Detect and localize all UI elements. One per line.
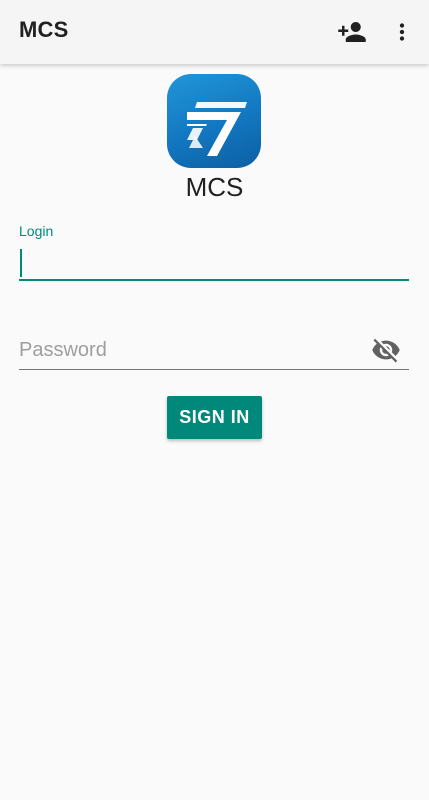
app-toolbar: MCS (0, 0, 429, 64)
app-name: MCS (185, 172, 244, 202)
login-label: Login (19, 223, 54, 239)
password-visibility-toggle[interactable] (369, 334, 403, 366)
password-underline (19, 369, 409, 370)
login-screen: MCS MCS Login SIGN IN (0, 0, 429, 800)
app-logo (167, 74, 261, 168)
password-input[interactable] (19, 336, 359, 364)
sign-in-button[interactable]: SIGN IN (167, 396, 262, 439)
mcs-logo-icon (187, 102, 247, 156)
password-field (19, 330, 409, 372)
add-user-button[interactable] (328, 8, 376, 56)
text-cursor (20, 249, 22, 277)
login-input[interactable] (19, 248, 409, 278)
login-field: Login (19, 222, 409, 284)
more-vert-icon (399, 23, 405, 41)
login-underline (19, 279, 409, 281)
toolbar-title: MCS (19, 17, 69, 42)
more-options-button[interactable] (378, 8, 426, 56)
person-add-icon (338, 22, 366, 42)
visibility-off-icon (372, 338, 400, 363)
